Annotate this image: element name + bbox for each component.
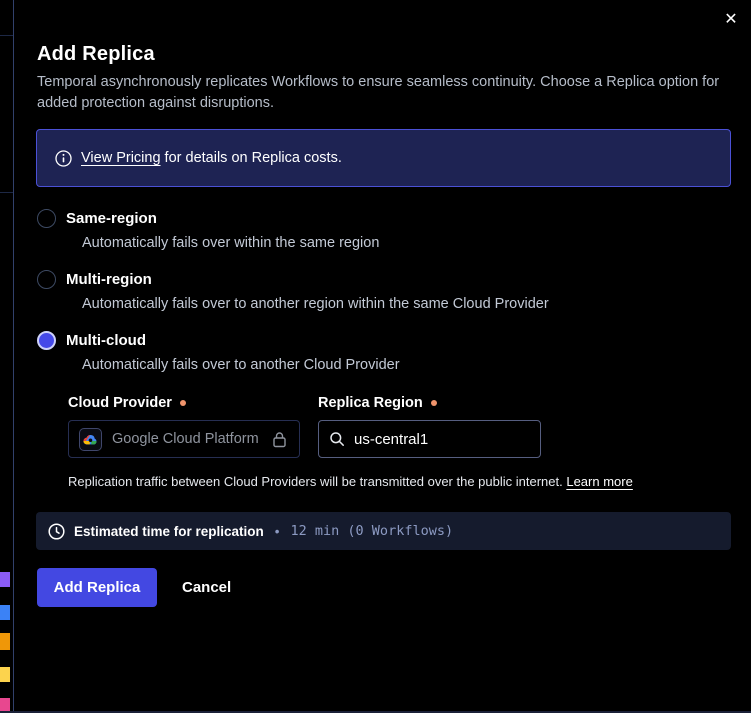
replica-region-input[interactable]: [354, 431, 530, 448]
background-color-swatch: [0, 572, 10, 587]
cancel-button[interactable]: Cancel: [168, 568, 245, 607]
option-label: Same-region: [66, 210, 157, 227]
lock-icon: [272, 431, 287, 448]
background-color-swatch: [0, 633, 10, 650]
radio-multi-cloud[interactable]: Multi-cloud: [37, 331, 400, 350]
replica-region-field[interactable]: [318, 420, 541, 458]
public-internet-note: Replication traffic between Cloud Provid…: [68, 474, 633, 489]
learn-more-link[interactable]: Learn more: [566, 474, 632, 489]
label-text: Replica Region: [318, 395, 423, 411]
radio-unchecked-icon[interactable]: [37, 270, 56, 289]
estimated-time-banner: Estimated time for replication • 12 min …: [36, 512, 731, 550]
label-text: Cloud Provider: [68, 395, 172, 411]
background-color-swatch: [0, 605, 10, 620]
clock-icon: [48, 523, 65, 540]
required-dot-icon: [180, 400, 186, 406]
radio-checked-icon[interactable]: [37, 331, 56, 350]
pricing-banner-text: View Pricing for details on Replica cost…: [81, 150, 342, 166]
pricing-banner-rest: for details on Replica costs.: [161, 150, 342, 166]
radio-unchecked-icon[interactable]: [37, 209, 56, 228]
pricing-info-banner: View Pricing for details on Replica cost…: [36, 129, 731, 187]
close-icon[interactable]: ✕: [720, 9, 742, 31]
estimate-separator: •: [275, 524, 280, 539]
note-text: Replication traffic between Cloud Provid…: [68, 474, 566, 489]
option-description: Automatically fails over to another Clou…: [82, 357, 400, 373]
estimate-label: Estimated time for replication: [74, 524, 264, 539]
cloud-provider-select[interactable]: Google Cloud Platform: [68, 420, 300, 458]
radio-multi-region[interactable]: Multi-region: [37, 270, 549, 289]
replica-region-label: Replica Region: [318, 395, 437, 411]
background-color-swatch: [0, 667, 10, 682]
cloud-provider-label: Cloud Provider: [68, 395, 186, 411]
search-icon: [329, 431, 345, 447]
required-dot-icon: [431, 400, 437, 406]
option-description: Automatically fails over within the same…: [82, 235, 379, 251]
option-description: Automatically fails over to another regi…: [82, 296, 549, 312]
add-replica-button[interactable]: Add Replica: [37, 568, 157, 607]
option-multi-region: Multi-region Automatically fails over to…: [37, 270, 549, 312]
info-icon: [55, 150, 72, 167]
background-row-divider: [0, 35, 13, 36]
add-replica-modal: ✕ Add Replica Temporal asynchronously re…: [14, 0, 751, 713]
option-multi-cloud: Multi-cloud Automatically fails over to …: [37, 331, 400, 373]
background-row-divider: [0, 192, 13, 193]
option-label: Multi-cloud: [66, 332, 146, 349]
page-title: Add Replica: [37, 43, 155, 66]
option-label: Multi-region: [66, 271, 152, 288]
gcp-logo-icon: [79, 428, 102, 451]
modal-description: Temporal asynchronously replicates Workf…: [37, 72, 737, 114]
page: ✕ Add Replica Temporal asynchronously re…: [0, 0, 751, 713]
view-pricing-link[interactable]: View Pricing: [81, 150, 161, 166]
estimate-value: 12 min (0 Workflows): [291, 523, 454, 539]
radio-same-region[interactable]: Same-region: [37, 209, 379, 228]
cloud-provider-value: Google Cloud Platform: [112, 431, 262, 447]
option-same-region: Same-region Automatically fails over wit…: [37, 209, 379, 251]
